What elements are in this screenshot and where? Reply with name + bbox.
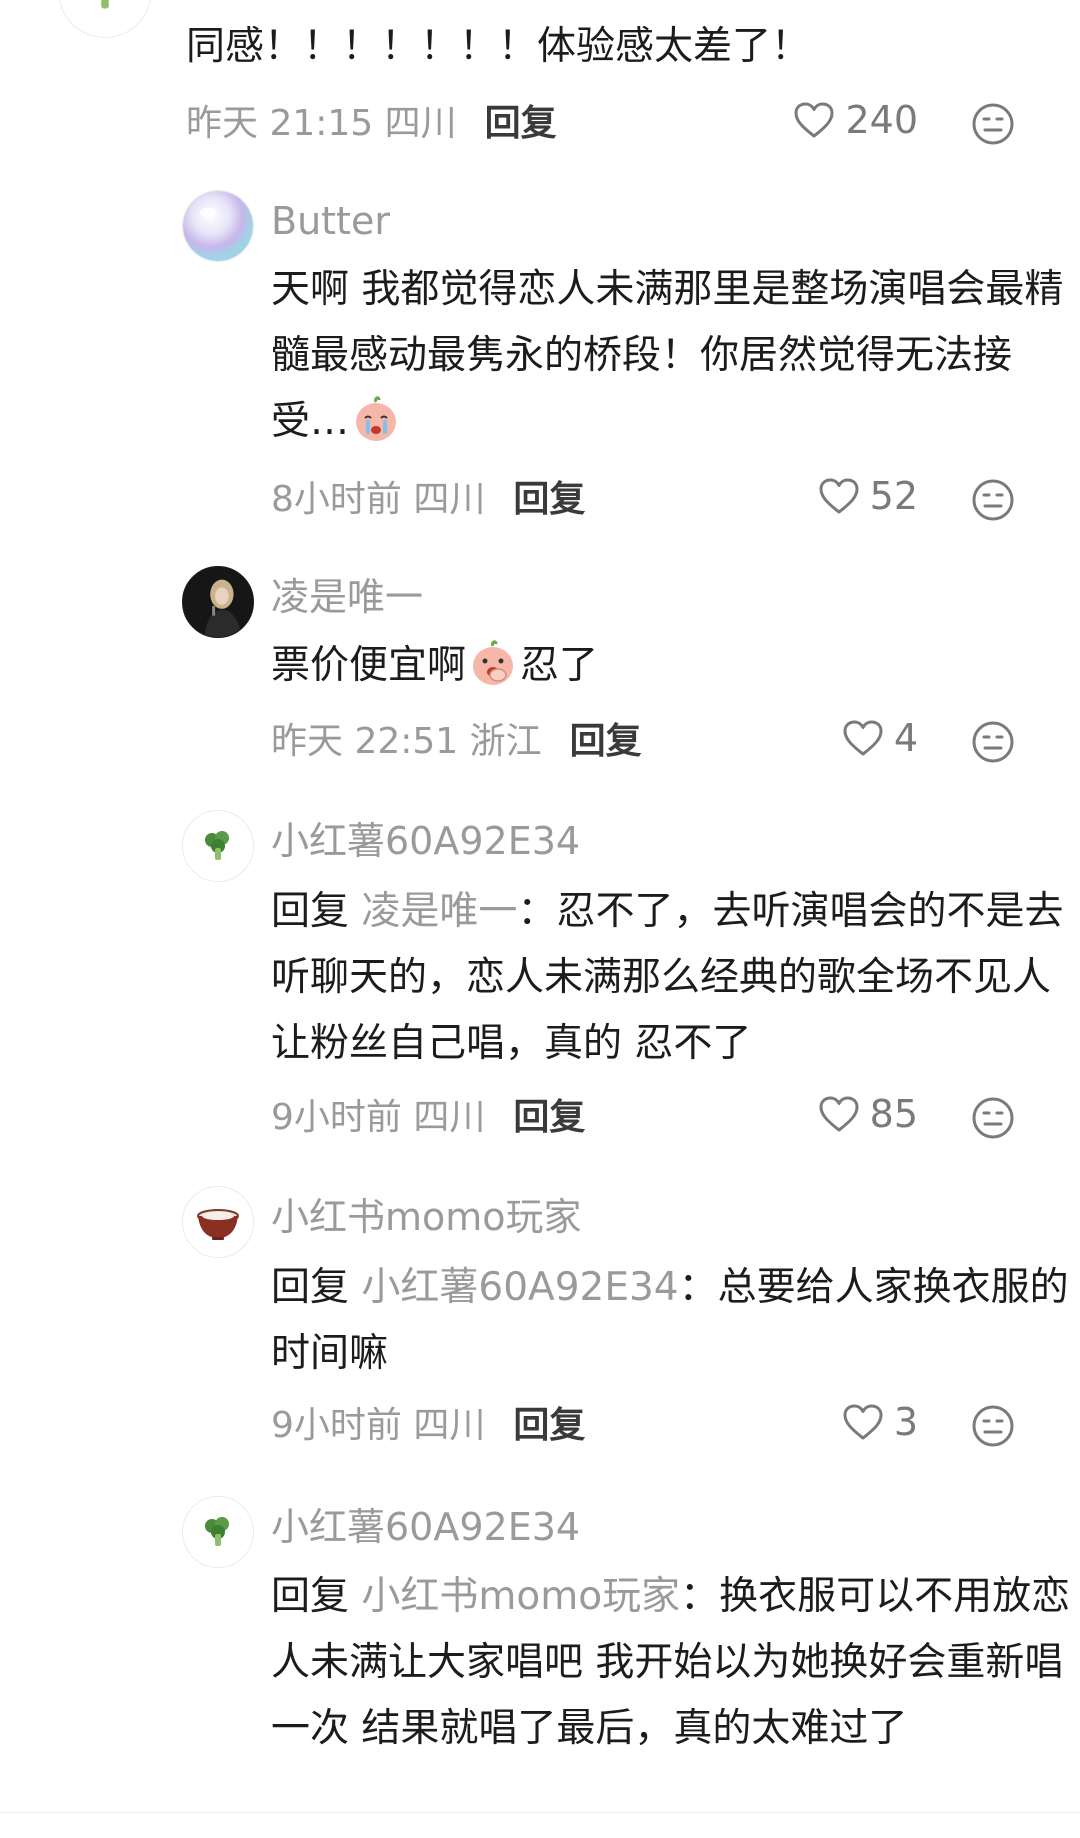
reply-prefix: 回复 [271, 889, 350, 934]
reply-target-user[interactable]: 小红书momo玩家 [361, 1574, 680, 1619]
username[interactable]: 凌是唯一 [271, 578, 423, 616]
bubble-avatar [183, 191, 253, 261]
comment-meta: 昨天 22:51 浙江 回复 [271, 724, 642, 760]
crying-face-emoji [356, 396, 397, 441]
singer-photo-avatar [183, 567, 253, 637]
comment-thread: 同感！！！！！！！体验感太差了！ 昨天 21:15 四川 回复 240 Butt… [0, 0, 1080, 1838]
comment-text: 天啊 我都觉得恋人未满那里是整场演唱会最精髓最感动最隽永的桥段！你居然觉得无法接… [271, 257, 1071, 455]
heart-outline-icon [843, 720, 883, 756]
username[interactable]: 小红书momo玩家 [271, 1198, 582, 1236]
comment-body-end: 忍了 [520, 643, 599, 688]
bowl-icon [197, 1209, 239, 1240]
username[interactable]: 小红薯60A92E34 [271, 822, 580, 860]
avatar[interactable] [182, 566, 254, 638]
like-button[interactable]: 52 [818, 477, 918, 515]
like-button[interactable]: 240 [793, 101, 918, 139]
avatar[interactable] [58, 0, 152, 38]
username[interactable]: 小红薯60A92E34 [271, 1508, 580, 1546]
like-button[interactable]: 85 [818, 1095, 918, 1133]
neutral-face-icon[interactable] [971, 720, 1015, 764]
reply-target-user[interactable]: 凌是唯一 [361, 889, 517, 934]
comment-time: 9小时前 四川 [271, 1405, 486, 1446]
reply-prefix: 回复 [271, 1574, 350, 1619]
like-count: 240 [845, 98, 918, 142]
comment-time: 8小时前 四川 [271, 479, 486, 520]
comment-meta: 8小时前 四川 回复 [271, 482, 585, 518]
avatar[interactable] [182, 190, 254, 262]
broccoli-icon [101, 0, 109, 9]
reply-button[interactable]: 回复 [513, 1100, 585, 1136]
like-count: 85 [869, 1092, 918, 1136]
neutral-face-icon[interactable] [971, 1404, 1015, 1448]
neutral-face-icon[interactable] [971, 102, 1015, 146]
comment-text: 票价便宜啊 忍了 [271, 633, 1071, 699]
avatar[interactable] [182, 810, 254, 882]
like-count: 4 [893, 716, 918, 760]
comment-time: 昨天 22:51 浙江 [271, 721, 542, 762]
username[interactable]: Butter [271, 202, 390, 240]
heart-outline-icon [819, 478, 859, 514]
hand-over-mouth-emoji [473, 640, 514, 685]
broccoli-icon [205, 1517, 229, 1546]
comment-meta: 9小时前 四川 回复 [271, 1100, 585, 1136]
comment-time: 9小时前 四川 [271, 1097, 486, 1138]
comment-text: 回复 小红书momo玩家：换衣服可以不用放恋人未满让大家唱吧 我开始以为她换好会… [271, 1564, 1071, 1762]
reply-button[interactable]: 回复 [513, 1408, 585, 1444]
avatar[interactable] [182, 1496, 254, 1568]
reply-prefix: 回复 [271, 1265, 350, 1310]
reply-button[interactable]: 回复 [485, 106, 557, 142]
reply-button[interactable]: 回复 [570, 724, 642, 760]
like-button[interactable]: 4 [842, 719, 918, 757]
like-button[interactable]: 3 [842, 1403, 918, 1441]
heart-outline-icon [794, 102, 834, 138]
broccoli-icon [205, 831, 229, 860]
heart-outline-icon [819, 1096, 859, 1132]
comment-text: 回复 凌是唯一：忍不了，去听演唱会的不是去听聊天的，恋人未满那么经典的歌全场不见… [271, 879, 1071, 1077]
comment-meta: 昨天 21:15 四川 回复 [186, 106, 557, 142]
reply-button[interactable]: 回复 [513, 482, 585, 518]
like-count: 52 [869, 474, 918, 518]
comment-text: 同感！！！！！！！体验感太差了！ [186, 24, 811, 69]
reply-target-user[interactable]: 小红薯60A92E34 [361, 1265, 678, 1310]
heart-outline-icon [843, 1404, 883, 1440]
neutral-face-icon[interactable] [971, 478, 1015, 522]
comment-body-start: 票价便宜啊 [271, 643, 467, 688]
neutral-face-icon[interactable] [971, 1096, 1015, 1140]
divider [0, 1812, 1080, 1813]
comment-time: 昨天 21:15 四川 [186, 103, 457, 144]
like-count: 3 [893, 1400, 918, 1444]
avatar[interactable] [182, 1186, 254, 1258]
comment-text: 回复 小红薯60A92E34：总要给人家换衣服的时间嘛 [271, 1255, 1071, 1387]
comment-meta: 9小时前 四川 回复 [271, 1408, 585, 1444]
